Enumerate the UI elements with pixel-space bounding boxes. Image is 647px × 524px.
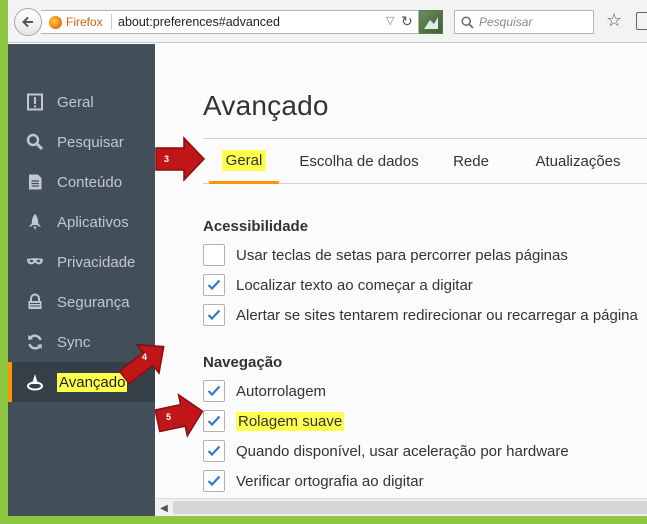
option-smooth-scrolling[interactable]: Rolagem suave (203, 409, 345, 433)
applications-icon (25, 212, 45, 232)
bookmark-star-icon[interactable]: ☆ (606, 10, 622, 31)
privacy-mask-icon (25, 252, 45, 272)
sidebar-item-label: Geral (57, 93, 94, 111)
navigation-toolbar: Firefox about:preferences#advanced ▽ ↻ P… (8, 0, 647, 43)
content-icon (25, 172, 45, 192)
option-label: Quando disponível, usar aceleração por h… (236, 442, 569, 460)
identity-label[interactable]: Firefox (66, 15, 103, 29)
option-arrow-keys[interactable]: Usar teclas de setas para percorrer pela… (203, 243, 568, 267)
url-text[interactable]: about:preferences#advanced (118, 15, 280, 29)
section-title-acessibilidade: Acessibilidade (203, 218, 309, 235)
tab-atualizacoes[interactable]: Atualizações (513, 139, 643, 184)
reload-icon[interactable]: ↻ (401, 13, 413, 30)
sidebar-item-label: Sync (57, 333, 91, 351)
option-label: Rolagem suave (236, 411, 345, 431)
browser-window: Firefox about:preferences#advanced ▽ ↻ P… (8, 0, 647, 516)
general-icon (25, 92, 45, 112)
security-lock-icon (25, 292, 45, 312)
sidebar-item-label: Pesquisar (57, 133, 124, 151)
page-title: Avançado (203, 90, 329, 121)
tab-label: Geral (221, 149, 267, 171)
advanced-tabs: Geral Escolha de dados Rede Atualizações (203, 138, 647, 184)
search-bar[interactable]: Pesquisar (454, 10, 594, 34)
checkbox-checked[interactable] (203, 304, 225, 326)
tab-escolha-de-dados[interactable]: Escolha de dados (289, 139, 429, 184)
preferences-content: Avançado Geral Escolha de dados Rede Atu… (155, 44, 647, 516)
url-separator (111, 14, 112, 30)
option-autoscroll[interactable]: Autorrolagem (203, 379, 326, 403)
option-label: Autorrolagem (236, 382, 327, 400)
sidebar-item-pesquisar[interactable]: Pesquisar (8, 122, 155, 162)
extension-icon[interactable] (419, 10, 443, 34)
sidebar-item-conteudo[interactable]: Conteúdo (8, 162, 155, 202)
tab-label: Atualizações (535, 153, 621, 170)
tab-rede[interactable]: Rede (441, 139, 501, 184)
url-bar[interactable]: Firefox about:preferences#advanced ▽ ↻ (41, 10, 419, 34)
checkbox-checked[interactable] (203, 274, 225, 296)
callout-number-5: 5 (166, 412, 172, 422)
url-dropdown-icon[interactable]: ▽ (386, 14, 394, 27)
checkbox-checked[interactable] (203, 440, 225, 462)
option-label: Alertar se sites tentarem redirecionar o… (236, 306, 638, 324)
search-magnifier-icon (461, 16, 474, 29)
checkbox-checked[interactable] (203, 470, 225, 492)
checkbox-unchecked[interactable] (203, 244, 225, 266)
sidebar-item-privacidade[interactable]: Privacidade (8, 242, 155, 282)
option-spellcheck[interactable]: Verificar ortografia ao digitar (203, 469, 424, 493)
callout-number-4: 4 (142, 352, 148, 362)
checkbox-checked[interactable] (203, 380, 225, 402)
option-find-as-you-type[interactable]: Localizar texto ao começar a digitar (203, 273, 473, 297)
back-arrow-icon (22, 16, 33, 28)
back-button[interactable] (14, 8, 42, 36)
sidebar-item-label: Segurança (57, 293, 130, 311)
callout-arrow-4 (118, 343, 165, 385)
callout-arrow-3 (155, 136, 206, 182)
sync-icon (25, 332, 45, 352)
checkbox-checked[interactable] (203, 410, 225, 432)
section-title-navegacao: Navegação (203, 354, 283, 371)
preferences-sidebar: Geral Pesquisar Conteúdo Aplicativos Pri… (8, 44, 155, 516)
option-hardware-acceleration[interactable]: Quando disponível, usar aceleração por h… (203, 439, 569, 463)
advanced-wizard-icon (25, 372, 45, 392)
callout-number-3: 3 (164, 154, 170, 164)
scroll-left-icon[interactable]: ◀ (157, 501, 171, 515)
bookmarks-menu-icon[interactable] (636, 12, 647, 30)
option-label: Localizar texto ao começar a digitar (236, 276, 473, 294)
option-warn-redirect[interactable]: Alertar se sites tentarem redirecionar o… (203, 303, 638, 327)
sidebar-item-label: Privacidade (57, 253, 136, 271)
scroll-thumb[interactable] (173, 501, 647, 514)
sidebar-item-label: Conteúdo (57, 173, 123, 191)
tab-label: Escolha de dados (299, 153, 419, 170)
sidebar-item-label: Aplicativos (57, 213, 129, 231)
option-label: Verificar ortografia ao digitar (236, 472, 424, 490)
search-placeholder: Pesquisar (479, 15, 533, 29)
sidebar-item-seguranca[interactable]: Segurança (8, 282, 155, 322)
tab-geral[interactable]: Geral (209, 139, 279, 184)
option-label: Usar teclas de setas para percorrer pela… (236, 246, 568, 264)
tab-label: Rede (453, 153, 489, 170)
search-icon (25, 132, 45, 152)
firefox-icon (49, 16, 62, 29)
horizontal-scrollbar[interactable]: ◀ (155, 498, 647, 516)
sidebar-item-geral[interactable]: Geral (8, 82, 155, 122)
sidebar-item-aplicativos[interactable]: Aplicativos (8, 202, 155, 242)
callout-arrow-5 (155, 393, 204, 438)
